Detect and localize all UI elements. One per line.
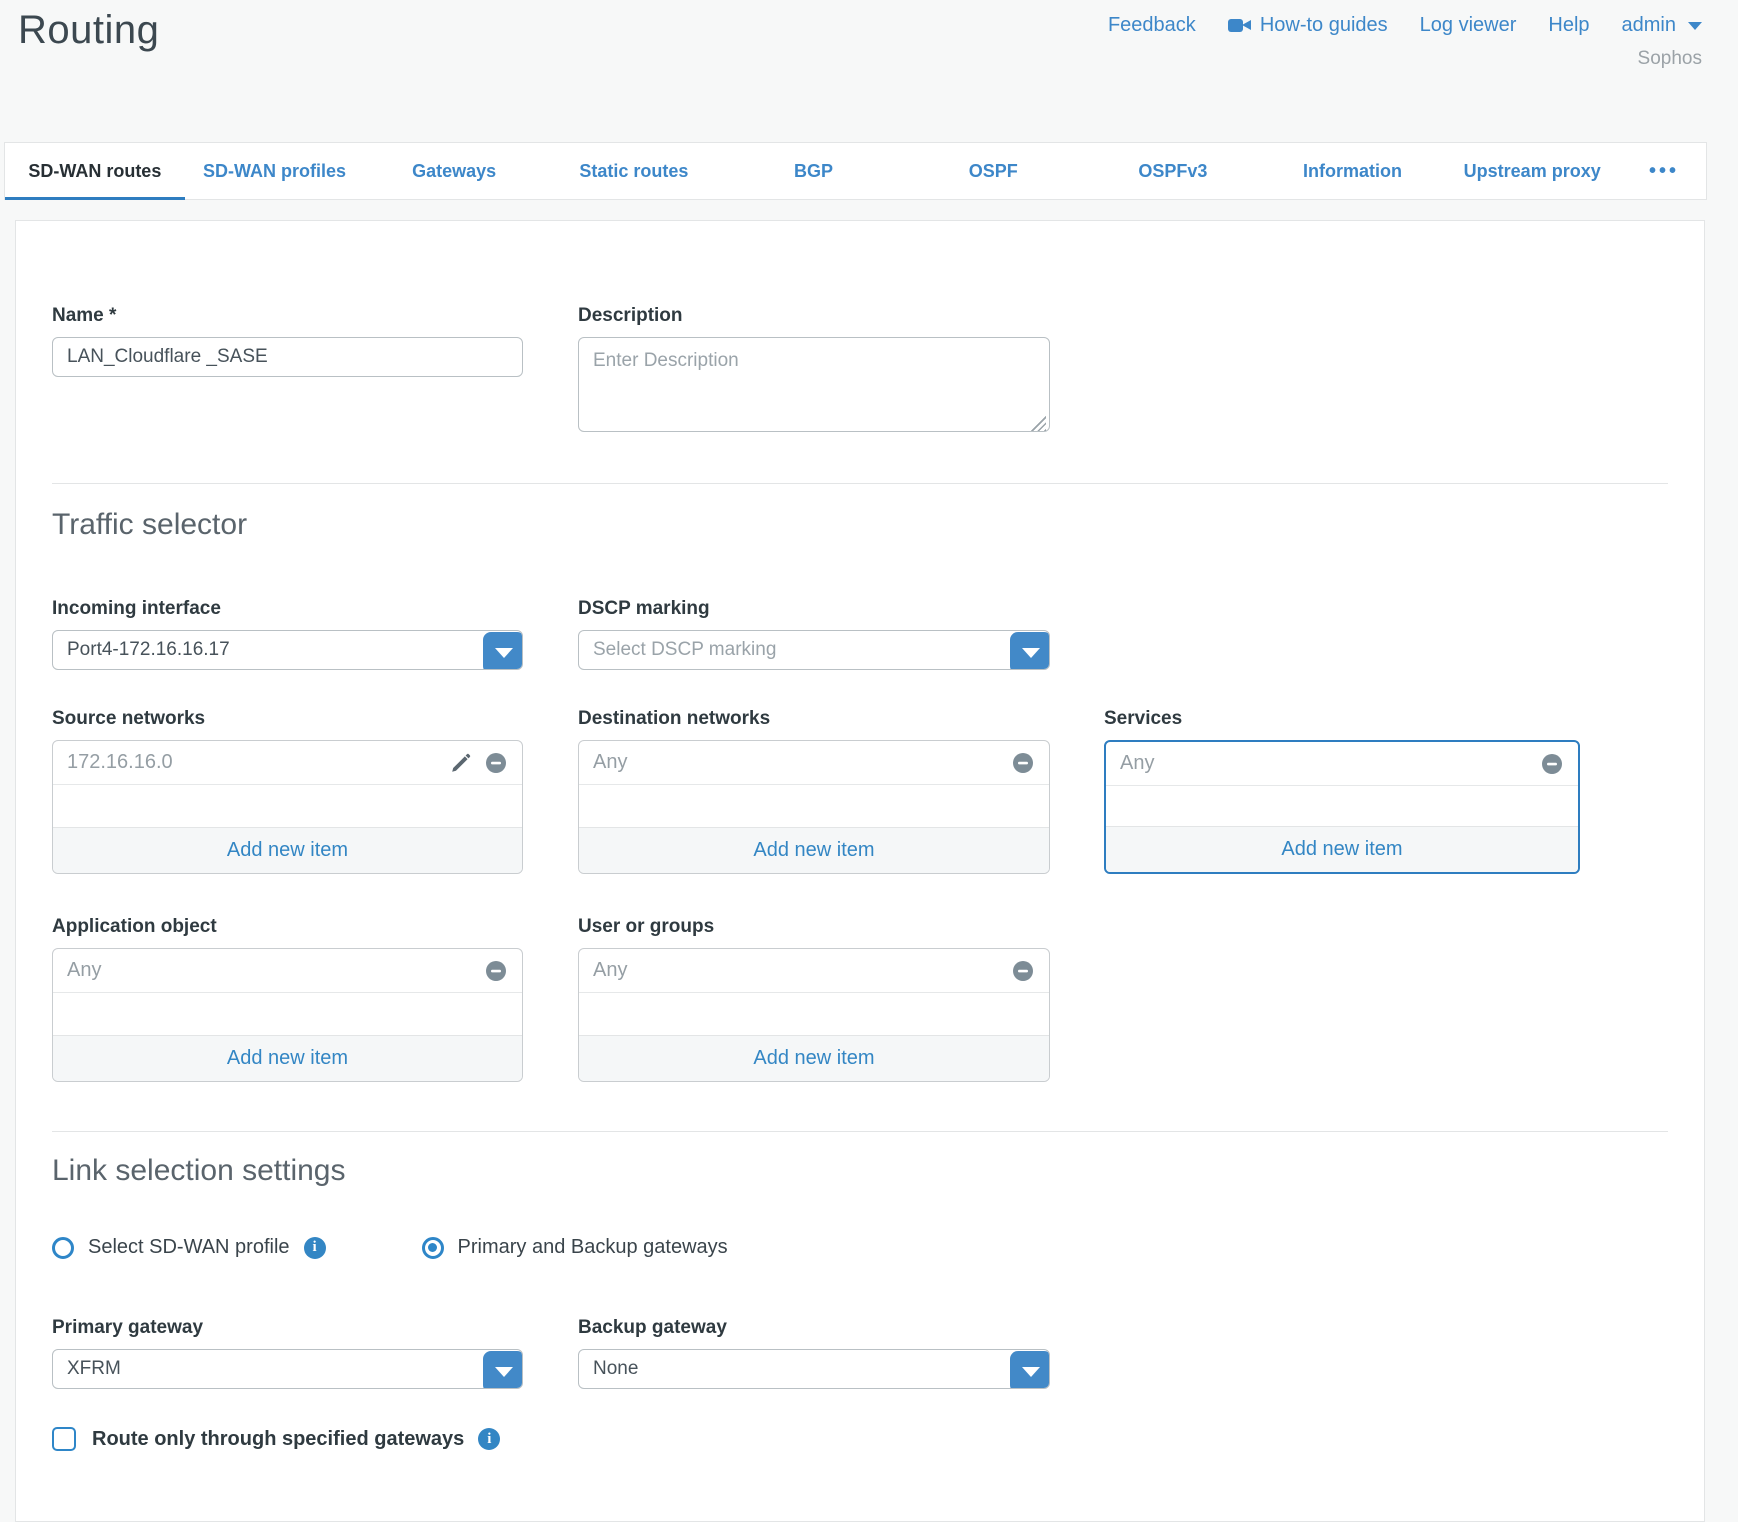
description-label: Description	[578, 305, 1050, 327]
help-label: Help	[1548, 14, 1589, 37]
dscp-marking-placeholder: Select DSCP marking	[593, 639, 776, 661]
remove-icon[interactable]	[484, 751, 508, 775]
edit-icon[interactable]	[450, 752, 472, 774]
section-divider	[52, 1131, 1668, 1132]
remove-icon[interactable]	[1011, 751, 1035, 775]
feedback-link[interactable]: Feedback	[1108, 14, 1196, 37]
user-menu[interactable]: admin	[1622, 14, 1702, 37]
route-only-row: Route only through specified gateways i	[52, 1427, 1668, 1451]
application-object-value: Any	[67, 959, 101, 982]
destination-networks-list: Any Add new item	[578, 740, 1050, 874]
list-item: Any	[53, 949, 522, 993]
tab-sdwan-profiles[interactable]: SD-WAN profiles	[185, 143, 365, 199]
section-divider	[52, 483, 1668, 484]
primary-gateway-select[interactable]: XFRM	[52, 1349, 523, 1389]
remove-icon[interactable]	[1011, 959, 1035, 983]
user-groups-label: User or groups	[578, 916, 1050, 938]
backup-gateway-label: Backup gateway	[578, 1317, 1050, 1339]
page-header: Routing Feedback How-to guides Log viewe…	[0, 0, 1738, 142]
list-empty-area	[579, 785, 1049, 827]
name-input[interactable]	[52, 337, 523, 377]
link-selection-heading: Link selection settings	[52, 1154, 1668, 1188]
tab-ospfv3[interactable]: OSPFv3	[1083, 143, 1263, 199]
application-object-add-button[interactable]: Add new item	[53, 1035, 522, 1081]
destination-network-value: Any	[593, 751, 627, 774]
list-empty-area	[53, 993, 522, 1035]
route-only-label: Route only through specified gateways	[92, 1428, 464, 1451]
source-network-value: 172.16.16.0	[67, 751, 173, 774]
remove-icon[interactable]	[1540, 752, 1564, 776]
chevron-down-icon[interactable]	[1010, 1351, 1050, 1389]
list-item: 172.16.16.0	[53, 741, 522, 785]
primary-gateway-label: Primary gateway	[52, 1317, 523, 1339]
source-networks-add-button[interactable]: Add new item	[53, 827, 522, 873]
incoming-interface-select[interactable]: Port4-172.16.16.17	[52, 630, 523, 670]
name-label: Name *	[52, 305, 523, 327]
sdwan-route-form: Name * Description Traffic selector Inco…	[15, 220, 1705, 1522]
dscp-marking-label: DSCP marking	[578, 598, 1050, 620]
caret-down-icon	[1688, 22, 1702, 30]
tab-sdwan-routes[interactable]: SD-WAN routes	[5, 143, 185, 199]
primary-backup-radio-label: Primary and Backup gateways	[458, 1236, 728, 1259]
brand-label: Sophos	[1638, 48, 1702, 70]
howto-guides-link[interactable]: How-to guides	[1228, 14, 1388, 37]
more-tabs-button[interactable]: •••	[1622, 143, 1706, 199]
services-add-button[interactable]: Add new item	[1106, 826, 1578, 872]
tab-gateways[interactable]: Gateways	[364, 143, 544, 199]
video-icon	[1228, 18, 1252, 34]
help-link[interactable]: Help	[1548, 14, 1589, 37]
list-empty-area	[579, 993, 1049, 1035]
user-groups-list: Any Add new item	[578, 948, 1050, 1082]
route-only-checkbox[interactable]	[52, 1427, 76, 1451]
user-groups-value: Any	[593, 959, 627, 982]
application-object-label: Application object	[52, 916, 523, 938]
backup-gateway-value: None	[593, 1358, 638, 1380]
tab-static-routes[interactable]: Static routes	[544, 143, 724, 199]
info-icon[interactable]: i	[478, 1428, 500, 1450]
feedback-label: Feedback	[1108, 14, 1196, 37]
list-empty-area	[1106, 786, 1578, 826]
traffic-selector-heading: Traffic selector	[52, 508, 1668, 542]
chevron-down-icon[interactable]	[483, 632, 523, 670]
service-value: Any	[1120, 752, 1154, 775]
user-groups-add-button[interactable]: Add new item	[579, 1035, 1049, 1081]
list-empty-area	[53, 785, 522, 827]
destination-networks-add-button[interactable]: Add new item	[579, 827, 1049, 873]
list-item: Any	[1106, 742, 1578, 786]
remove-icon[interactable]	[484, 959, 508, 983]
log-viewer-label: Log viewer	[1420, 14, 1517, 37]
incoming-interface-value: Port4-172.16.16.17	[67, 639, 230, 661]
tab-information[interactable]: Information	[1263, 143, 1443, 199]
link-selection-radios: Select SD-WAN profile i Primary and Back…	[52, 1236, 1668, 1259]
tab-bgp[interactable]: BGP	[724, 143, 904, 199]
dscp-marking-select[interactable]: Select DSCP marking	[578, 630, 1050, 670]
destination-networks-label: Destination networks	[578, 708, 1050, 730]
application-object-list: Any Add new item	[52, 948, 523, 1082]
routing-tabbar: SD-WAN routes SD-WAN profiles Gateways S…	[4, 142, 1707, 200]
primary-backup-radio[interactable]	[422, 1237, 444, 1259]
log-viewer-link[interactable]: Log viewer	[1420, 14, 1517, 37]
list-item: Any	[579, 741, 1049, 785]
tab-ospf[interactable]: OSPF	[903, 143, 1083, 199]
sdwan-profile-radio-label: Select SD-WAN profile	[88, 1236, 290, 1259]
sdwan-profile-radio[interactable]	[52, 1237, 74, 1259]
howto-label: How-to guides	[1260, 14, 1388, 37]
top-nav: Feedback How-to guides Log viewer Help a…	[1108, 14, 1702, 37]
page-title: Routing	[18, 8, 159, 53]
services-label: Services	[1104, 708, 1580, 730]
source-networks-list: 172.16.16.0 Add new item	[52, 740, 523, 874]
services-list: Any Add new item	[1104, 740, 1580, 874]
list-item: Any	[579, 949, 1049, 993]
user-name: admin	[1622, 14, 1676, 37]
incoming-interface-label: Incoming interface	[52, 598, 523, 620]
tab-upstream-proxy[interactable]: Upstream proxy	[1442, 143, 1622, 199]
chevron-down-icon[interactable]	[483, 1351, 523, 1389]
source-networks-label: Source networks	[52, 708, 523, 730]
primary-gateway-value: XFRM	[67, 1358, 121, 1380]
info-icon[interactable]: i	[304, 1237, 326, 1259]
backup-gateway-select[interactable]: None	[578, 1349, 1050, 1389]
chevron-down-icon[interactable]	[1010, 632, 1050, 670]
description-input[interactable]	[578, 337, 1050, 432]
